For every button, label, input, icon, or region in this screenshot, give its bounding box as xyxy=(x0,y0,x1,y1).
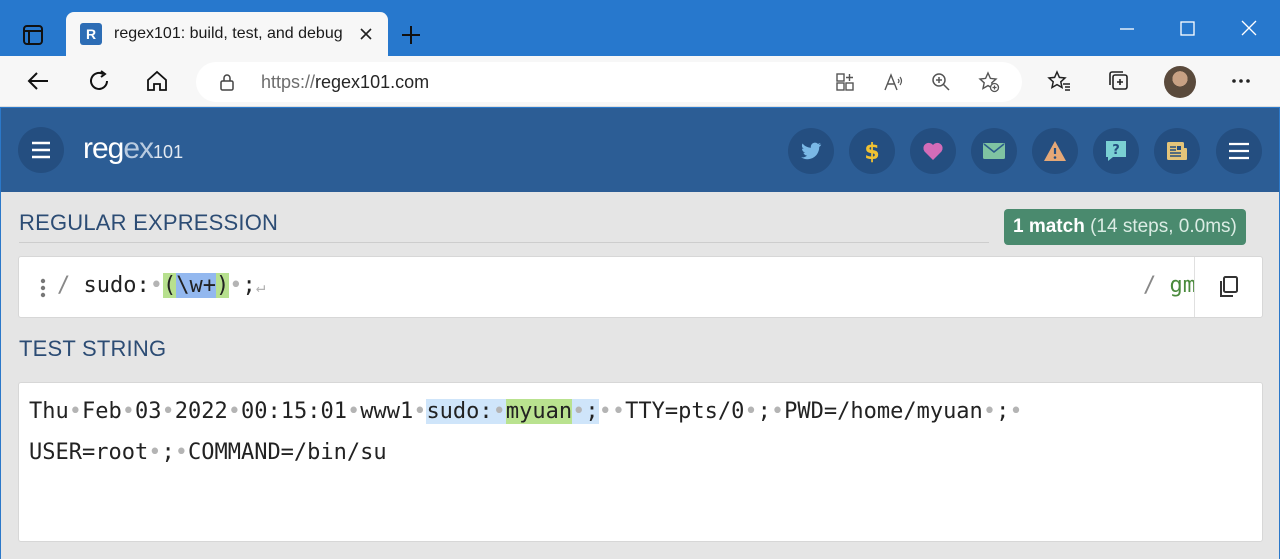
mail-icon xyxy=(983,143,1005,159)
regex101-favicon-icon: R xyxy=(80,23,102,45)
new-tab-plus-icon[interactable] xyxy=(398,22,424,48)
back-arrow-icon[interactable] xyxy=(26,68,52,94)
regex-delimiter-close: / xyxy=(1143,273,1157,298)
section-divider xyxy=(19,242,989,243)
full-match-prefix: sudo: xyxy=(426,399,493,424)
question-icon: ? xyxy=(1106,141,1126,161)
logo-text-ex: ex xyxy=(123,132,154,165)
contact-button[interactable] xyxy=(971,128,1017,174)
regex-section-title: REGULAR EXPRESSION xyxy=(19,210,279,235)
test-line-2[interactable]: USER=root•;•COMMAND=/bin/su xyxy=(29,440,387,465)
twitter-button[interactable] xyxy=(788,128,834,174)
pattern-group-inner: \w+ xyxy=(176,273,216,298)
test-string-section-title: TEST STRING xyxy=(19,336,167,361)
pattern-group-open: ( xyxy=(162,273,177,298)
help-button[interactable]: ? xyxy=(1093,128,1139,174)
warning-icon xyxy=(1044,141,1066,161)
tab-actions-icon[interactable] xyxy=(18,20,48,50)
token: 2022 xyxy=(174,399,228,424)
url-scheme: https:// xyxy=(261,72,316,92)
regex-editor[interactable]: / sudo:•(\w+)•;↵ / gm xyxy=(18,256,1263,318)
logo-text-reg: reg xyxy=(83,132,124,165)
browser-tab-active[interactable]: R regex101: build, test, and debug regex xyxy=(66,12,388,56)
app-header: regex101 $ ? xyxy=(1,108,1279,192)
token: Feb xyxy=(82,399,122,424)
quiz-icon xyxy=(1167,142,1187,160)
regex-delimiter-open: / xyxy=(57,273,71,298)
close-tab-icon[interactable] xyxy=(356,24,376,44)
pattern-prefix: sudo: xyxy=(83,273,150,298)
sponsor-button[interactable] xyxy=(910,128,956,174)
hamburger-menu-icon xyxy=(32,141,50,159)
address-bar[interactable]: https://regex101.com xyxy=(196,62,1022,102)
copy-icon[interactable] xyxy=(1214,272,1244,302)
donate-button[interactable]: $ xyxy=(849,128,895,174)
add-favorite-icon[interactable] xyxy=(978,71,1000,93)
twitter-icon xyxy=(801,142,822,160)
regex-pattern[interactable]: / sudo:•(\w+)•;↵ xyxy=(57,273,265,298)
test-string-editor[interactable]: Thu•Feb•03•2022•00:15:01•www1•sudo:•myua… xyxy=(18,382,1263,542)
divider xyxy=(1194,257,1195,317)
group-1-match: myuan xyxy=(505,399,573,424)
report-bug-button[interactable] xyxy=(1032,128,1078,174)
token: Thu xyxy=(29,399,69,424)
token: 00:15:01 xyxy=(240,399,347,424)
token: 03 xyxy=(135,399,162,424)
zoom-icon[interactable] xyxy=(930,71,952,93)
regex101-page: regex101 $ ? REGULAR EXPRESSION 1 match … xyxy=(1,108,1279,559)
regex101-logo[interactable]: regex101 xyxy=(83,132,183,166)
svg-text:$: $ xyxy=(864,140,879,163)
home-icon[interactable] xyxy=(144,68,170,94)
token: COMMAND=/bin/su xyxy=(187,440,387,465)
close-window-icon[interactable] xyxy=(1234,16,1264,42)
right-menu-button[interactable] xyxy=(1216,128,1262,174)
logo-text-101: 101 xyxy=(153,142,184,162)
full-match-suffix: ; xyxy=(585,399,599,424)
quiz-button[interactable] xyxy=(1154,128,1200,174)
browser-toolbar: https://regex101.com xyxy=(0,56,1280,107)
token: USER=root xyxy=(29,440,149,465)
token: ; xyxy=(757,399,771,424)
app-available-icon[interactable] xyxy=(834,71,856,93)
minimize-window-icon[interactable] xyxy=(1112,16,1142,42)
flags-value: gm xyxy=(1169,273,1197,298)
more-options-icon[interactable] xyxy=(1228,68,1254,94)
heart-icon xyxy=(923,142,943,160)
lock-icon[interactable] xyxy=(218,73,236,91)
read-aloud-icon[interactable] xyxy=(882,71,904,93)
drag-handle-icon[interactable] xyxy=(39,277,47,299)
collections-icon[interactable] xyxy=(1106,68,1132,94)
test-line-1[interactable]: Thu•Feb•03•2022•00:15:01•www1•sudo:•myua… xyxy=(29,399,1023,424)
token: ; xyxy=(996,399,1010,424)
pattern-suffix: ; xyxy=(242,273,256,298)
maximize-window-icon[interactable] xyxy=(1172,16,1202,42)
url-host: regex101.com xyxy=(315,72,430,92)
refresh-icon[interactable] xyxy=(86,68,112,94)
token: TTY=pts/0 xyxy=(625,399,745,424)
token: PWD=/home/myuan xyxy=(784,399,983,424)
regex-flags[interactable]: / gm xyxy=(1143,273,1196,298)
token: www1 xyxy=(360,399,414,424)
svg-text:?: ? xyxy=(1112,143,1120,158)
pattern-group-close: ) xyxy=(215,273,230,298)
left-menu-button[interactable] xyxy=(18,127,64,173)
match-info-badge: 1 match (14 steps, 0.0ms) xyxy=(1004,209,1246,245)
hamburger-menu-icon xyxy=(1229,142,1249,160)
token: ; xyxy=(161,440,175,465)
url-text[interactable]: https://regex101.com xyxy=(261,72,429,93)
dollar-icon: $ xyxy=(864,140,879,163)
favorites-icon[interactable] xyxy=(1046,68,1072,94)
match-detail: (14 steps, 0.0ms) xyxy=(1084,216,1237,237)
tab-title: regex101: build, test, and debug regex xyxy=(114,25,346,42)
match-count: 1 match xyxy=(1013,216,1085,237)
profile-avatar[interactable] xyxy=(1164,66,1196,98)
browser-tab-strip: R regex101: build, test, and debug regex xyxy=(0,0,1280,56)
